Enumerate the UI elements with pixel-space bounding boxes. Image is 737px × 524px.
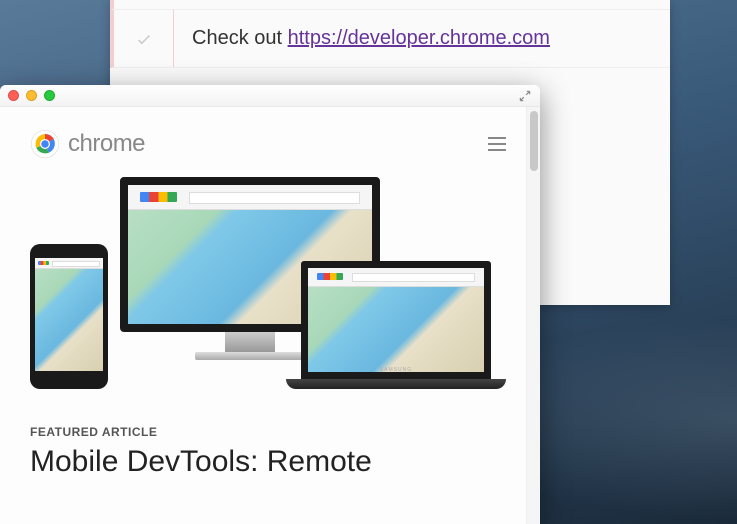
checkmark-icon (135, 30, 153, 48)
laptop-device: SAMSUNG (286, 261, 506, 389)
note-row[interactable]: Check out https://developer.chrome.com (110, 10, 670, 68)
featured-label: FEATURED ARTICLE (30, 425, 506, 439)
note-text: Check out https://developer.chrome.com (174, 27, 550, 50)
chrome-logo-icon (30, 129, 60, 159)
preview-window: chrome (0, 85, 540, 524)
scrollbar-thumb[interactable] (530, 111, 538, 171)
window-titlebar[interactable] (0, 85, 540, 107)
page-header: chrome (30, 129, 506, 159)
laptop-brand-label: SAMSUNG (380, 367, 412, 373)
brand-text: chrome (68, 130, 145, 158)
minimize-icon[interactable] (26, 90, 37, 101)
zoom-icon[interactable] (44, 90, 55, 101)
phone-device (30, 244, 108, 389)
scrollbar[interactable] (526, 107, 540, 524)
expand-icon[interactable] (518, 89, 532, 103)
article-title[interactable]: Mobile DevTools: Remote (30, 445, 506, 478)
menu-icon[interactable] (488, 137, 506, 151)
close-icon[interactable] (8, 90, 19, 101)
hero-devices-image: SAMSUNG (30, 177, 506, 407)
note-link[interactable]: https://developer.chrome.com (288, 27, 550, 49)
